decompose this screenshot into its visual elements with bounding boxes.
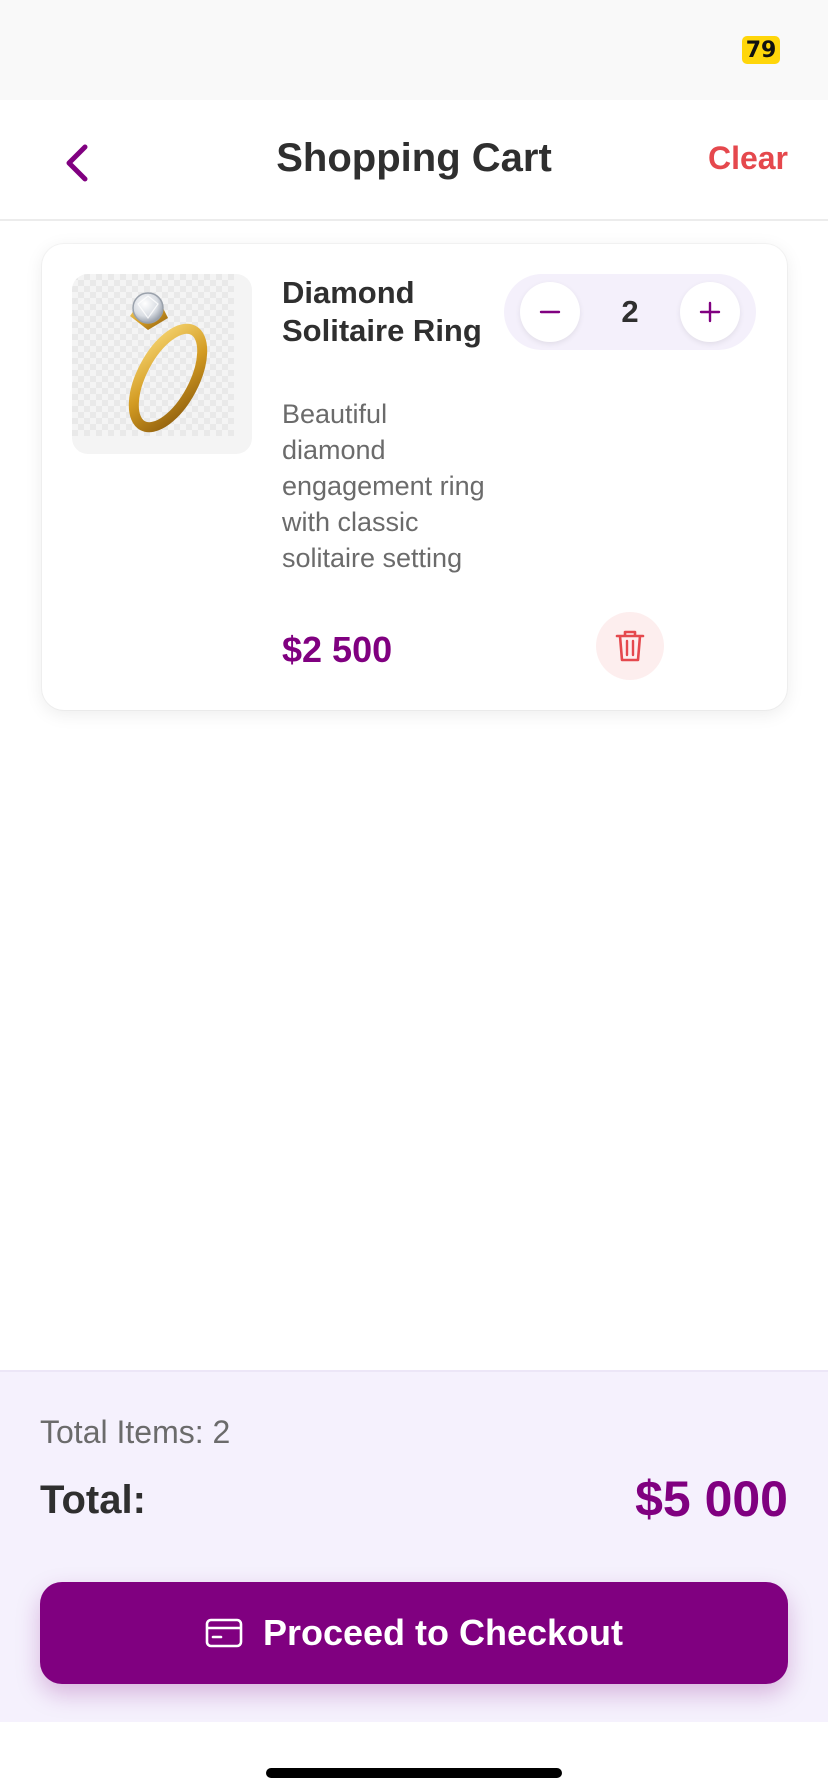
- quantity-value: 2: [621, 294, 639, 329]
- quantity-stepper: 2: [504, 274, 756, 350]
- battery-indicator: 79: [742, 36, 780, 64]
- product-name: Diamond Solitaire Ring: [282, 275, 482, 348]
- header: Shopping Cart Clear: [0, 100, 828, 221]
- increase-quantity-button[interactable]: [680, 282, 740, 342]
- clear-button[interactable]: Clear: [708, 140, 788, 177]
- remove-item-button[interactable]: [596, 612, 664, 680]
- product-image: [72, 274, 252, 454]
- ring-image: [72, 274, 234, 436]
- page-title: Shopping Cart: [276, 136, 552, 180]
- decrease-quantity-button[interactable]: [520, 282, 580, 342]
- trash-icon: [615, 630, 645, 662]
- status-bar: 79: [0, 0, 828, 100]
- cart-item: Diamond Solitaire Ring Beautiful diamond…: [42, 244, 787, 710]
- back-button[interactable]: [52, 138, 102, 188]
- total-items: Total Items: 2: [40, 1414, 231, 1450]
- chevron-left-icon: [66, 144, 88, 182]
- total-label: Total:: [40, 1478, 146, 1522]
- home-indicator[interactable]: [266, 1768, 562, 1778]
- checkout-label: Proceed to Checkout: [262, 1612, 624, 1653]
- checkout-button[interactable]: Proceed to Checkout: [40, 1582, 788, 1684]
- minus-icon: [539, 310, 561, 314]
- home-bar: [0, 1722, 828, 1792]
- cart-summary: Total Items: 2 Total: $5 000 Proceed to …: [0, 1370, 828, 1722]
- shopping-cart-screen: 79 Shopping Cart Clear Diamond Solitaire…: [0, 0, 828, 1792]
- product-price: $2 500: [282, 629, 393, 670]
- product-description: Beautiful diamond engagement ring with c…: [282, 399, 485, 573]
- plus-icon: [699, 301, 721, 323]
- total-value: $5 000: [635, 1471, 788, 1527]
- credit-card-icon: [205, 1618, 243, 1648]
